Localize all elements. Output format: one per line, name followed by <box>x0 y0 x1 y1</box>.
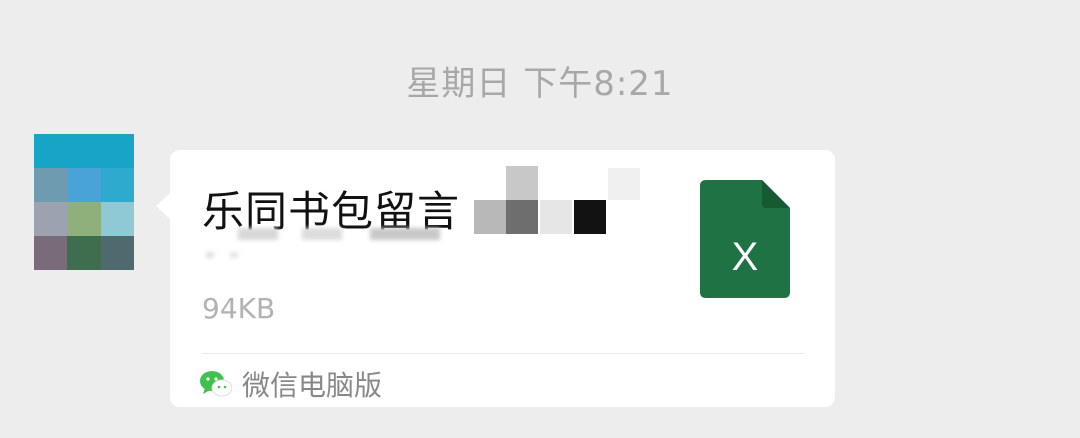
redacted-filename-area <box>460 166 650 242</box>
message-timestamp: 星期日 下午8:21 <box>406 64 674 104</box>
redacted-subline <box>206 224 446 264</box>
avatar-pixel <box>34 168 68 202</box>
excel-file-icon: X <box>700 180 790 298</box>
avatar-pixel <box>100 134 134 168</box>
avatar-pixel <box>67 202 101 236</box>
card-divider <box>202 353 805 354</box>
avatar-pixel <box>34 202 68 236</box>
sender-avatar[interactable] <box>34 134 134 270</box>
file-message-card[interactable]: 乐同书包留言 94KB X 微信电脑版 <box>170 150 835 407</box>
source-label: 微信电脑版 <box>242 369 383 402</box>
avatar-pixel <box>34 134 68 168</box>
avatar-pixel <box>100 168 134 202</box>
avatar-pixel <box>67 134 101 168</box>
avatar-pixel <box>67 236 101 270</box>
file-size: 94KB <box>202 292 276 325</box>
avatar-pixel <box>34 236 68 270</box>
avatar-pixel <box>100 202 134 236</box>
source-row: 微信电脑版 <box>200 364 382 404</box>
svg-text:X: X <box>732 235 759 279</box>
wechat-icon <box>200 371 232 397</box>
avatar-pixel <box>67 168 101 202</box>
bubble-tail <box>156 192 171 220</box>
avatar-pixel <box>100 236 134 270</box>
